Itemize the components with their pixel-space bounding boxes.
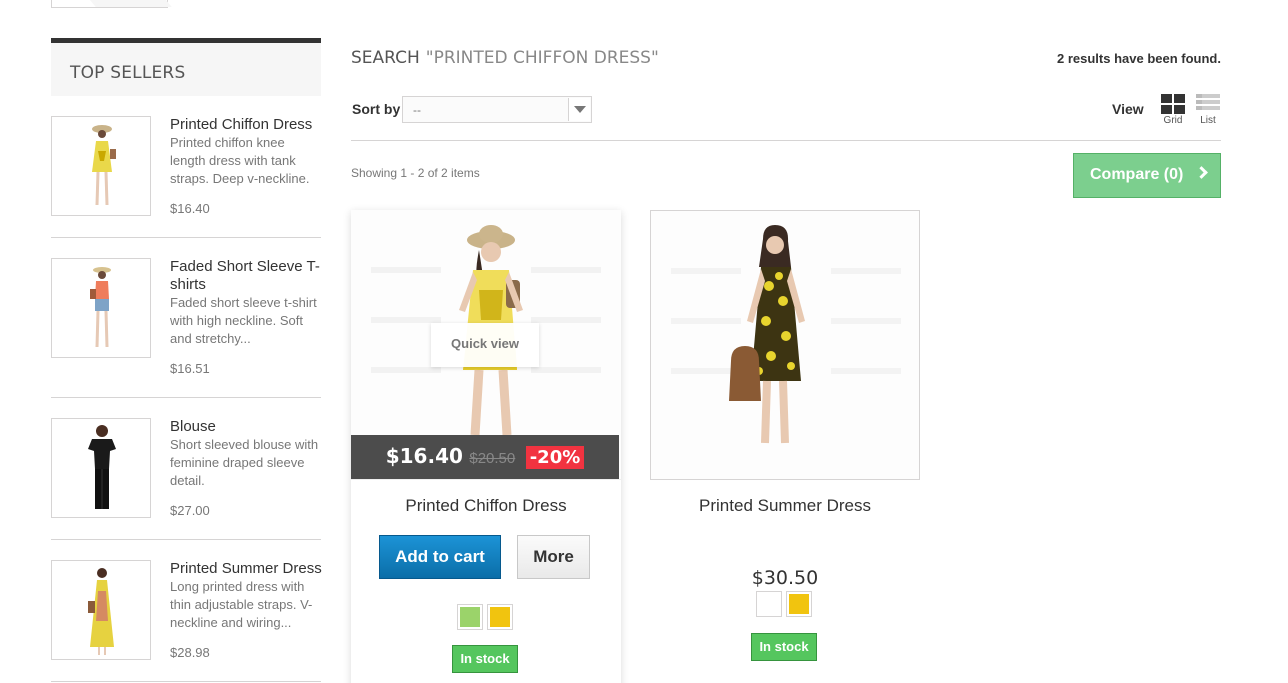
product-image[interactable]: Quick view $16.40 $20.50 -20% [351, 210, 621, 480]
stock-badge: In stock [452, 645, 518, 673]
price-overlay: $16.40 $20.50 -20% [351, 435, 619, 479]
product-price: $30.50 [751, 567, 819, 589]
search-label: SEARCH [351, 48, 420, 68]
top-seller-info: Printed Chiffon Dress Printed chiffon kn… [170, 116, 322, 188]
top-seller-name[interactable]: Faded Short Sleeve T-shirts [170, 258, 322, 294]
top-seller-name[interactable]: Blouse [170, 418, 322, 436]
showing-count: Showing 1 - 2 of 2 items [351, 166, 480, 180]
chevron-down-icon[interactable] [568, 98, 590, 121]
page-title: SEARCH "PRINTED CHIFFON DRESS" [351, 48, 659, 68]
product-price: $16.40 [385, 444, 463, 468]
top-seller-name[interactable]: Printed Summer Dress [170, 560, 322, 578]
divider [351, 140, 1221, 141]
sort-value: -- [413, 103, 421, 117]
compare-button[interactable]: Compare (0) [1073, 153, 1221, 198]
more-button[interactable]: More [517, 535, 590, 579]
sort-label: Sort by [352, 101, 401, 117]
top-seller-info: Blouse Short sleeved blouse with feminin… [170, 418, 322, 490]
top-seller-price: $28.98 [170, 645, 210, 660]
product-name[interactable]: Printed Chiffon Dress [351, 496, 621, 516]
top-sellers-header: TOP SELLERS [51, 38, 321, 96]
top-tab-stub [51, 0, 168, 8]
product-card: Printed Summer Dress $30.50 In stock [650, 210, 920, 661]
compare-label: Compare (0) [1090, 166, 1184, 183]
product-thumbnail[interactable] [51, 258, 151, 358]
top-seller-price: $27.00 [170, 503, 210, 518]
top-seller-info: Faded Short Sleeve T-shirts Faded short … [170, 258, 322, 348]
top-seller-desc: Printed chiffon knee length dress with t… [170, 135, 310, 186]
sort-select[interactable]: -- [402, 96, 592, 123]
product-card: Quick view $16.40 $20.50 -20% Printed Ch… [351, 210, 621, 683]
list-label: List [1200, 115, 1216, 126]
top-seller-item: Printed Summer Dress Long printed dress … [51, 560, 322, 682]
top-seller-info: Printed Summer Dress Long printed dress … [170, 560, 322, 632]
color-swatch-yellow[interactable] [786, 591, 812, 617]
chevron-right-icon [1195, 166, 1208, 179]
product-thumbnail[interactable] [51, 418, 151, 518]
top-seller-price: $16.51 [170, 361, 210, 376]
top-seller-name[interactable]: Printed Chiffon Dress [170, 116, 322, 134]
top-seller-desc: Faded short sleeve t-shirt with high nec… [170, 295, 317, 346]
swatch-fill [759, 594, 779, 614]
list-icon [1196, 94, 1220, 114]
product-thumbnail[interactable] [51, 116, 151, 216]
grid-label: Grid [1163, 115, 1183, 126]
grid-icon [1161, 94, 1185, 114]
swatch-fill [789, 594, 809, 614]
discount-badge: -20% [525, 446, 585, 469]
top-sellers-title[interactable]: TOP SELLERS [70, 63, 185, 83]
view-label: View [1112, 101, 1144, 117]
search-query: "PRINTED CHIFFON DRESS" [425, 48, 659, 68]
quick-view-button[interactable]: Quick view [431, 323, 539, 367]
old-price: $20.50 [469, 450, 516, 467]
top-seller-desc: Long printed dress with thin adjustable … [170, 579, 313, 630]
top-seller-item: Faded Short Sleeve T-shirts Faded short … [51, 258, 321, 398]
color-swatch-green[interactable] [457, 604, 483, 630]
list-view-button[interactable]: List [1195, 94, 1221, 126]
color-swatch-white[interactable] [756, 591, 782, 617]
color-swatch-yellow[interactable] [487, 604, 513, 630]
top-seller-desc: Short sleeved blouse with feminine drape… [170, 437, 319, 488]
top-sellers-block: TOP SELLERS Printed Chiffon Dress Printe… [51, 38, 322, 682]
add-to-cart-button[interactable]: Add to cart [379, 535, 501, 579]
swatch-fill [460, 607, 480, 627]
results-count: 2 results have been found. [1057, 51, 1221, 66]
top-seller-price: $16.40 [170, 201, 210, 216]
grid-view-button[interactable]: Grid [1160, 94, 1186, 126]
product-thumbnail[interactable] [51, 560, 151, 660]
top-seller-item: Printed Chiffon Dress Printed chiffon kn… [51, 116, 321, 238]
stock-badge: In stock [751, 633, 817, 661]
product-name[interactable]: Printed Summer Dress [650, 496, 920, 516]
swatch-fill [490, 607, 510, 627]
top-seller-item: Blouse Short sleeved blouse with feminin… [51, 418, 321, 540]
product-image[interactable] [650, 210, 920, 480]
